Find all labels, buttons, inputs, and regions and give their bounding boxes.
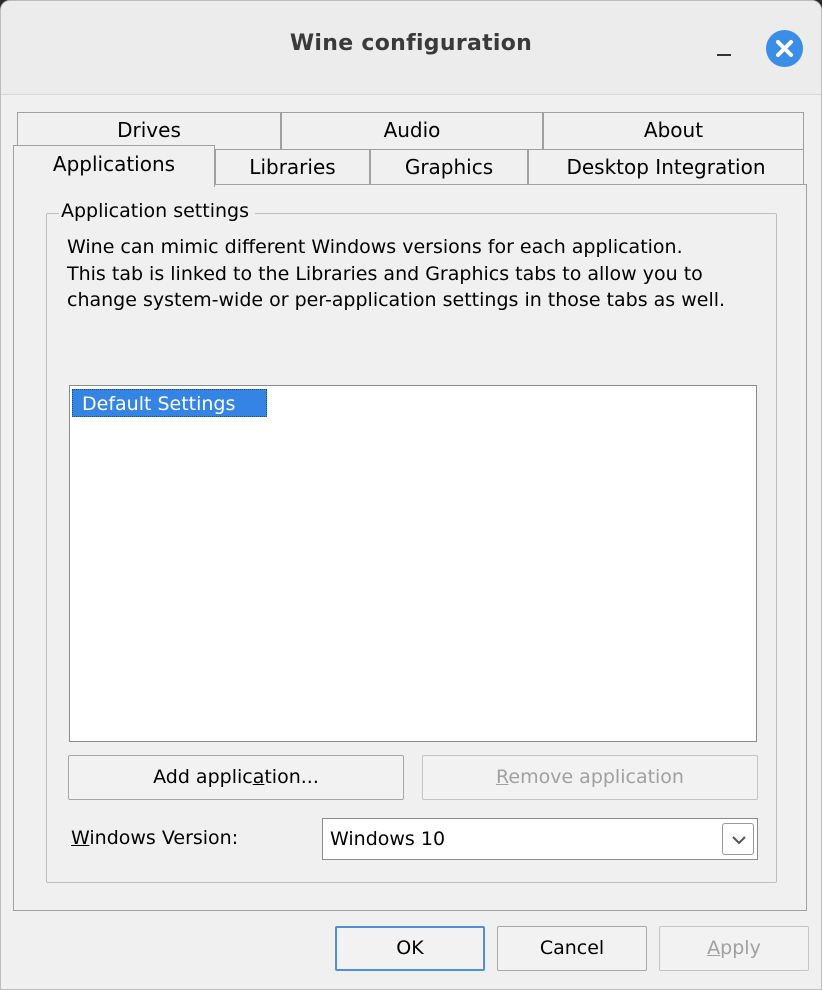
tab-desktop-integration[interactable]: Desktop Integration: [528, 149, 804, 187]
applications-tab-panel: Application settings Wine can mimic diff…: [13, 184, 807, 911]
tab-graphics[interactable]: Graphics: [370, 149, 528, 187]
list-item-default-settings[interactable]: Default Settings: [72, 389, 267, 417]
tab-about[interactable]: About: [543, 112, 804, 150]
tab-applications[interactable]: Applications: [13, 145, 215, 187]
dialog-content: Drives Audio About Applications Librarie…: [1, 95, 821, 989]
windows-version-select[interactable]: Windows 10: [322, 818, 758, 860]
dropdown-button[interactable]: [722, 823, 754, 855]
application-list[interactable]: Default Settings: [69, 385, 757, 742]
chevron-down-icon: [732, 836, 746, 845]
close-icon: [776, 40, 793, 57]
windows-version-label: Windows Version:: [71, 827, 239, 849]
remove-application-button[interactable]: Remove application: [422, 755, 758, 800]
minimize-icon: [717, 54, 731, 56]
close-button[interactable]: [766, 30, 803, 67]
description-text: Wine can mimic different Windows version…: [67, 236, 726, 311]
window-title: Wine configuration: [289, 31, 533, 56]
ok-button[interactable]: OK: [335, 926, 485, 971]
minimize-button[interactable]: [709, 35, 739, 65]
cancel-button[interactable]: Cancel: [497, 926, 647, 971]
wine-config-window: Wine configuration Drives Audio About Ap…: [0, 0, 822, 990]
apply-button[interactable]: Apply: [659, 926, 809, 971]
title-bar: Wine configuration: [1, 1, 821, 95]
application-settings-group: Application settings Wine can mimic diff…: [46, 200, 777, 883]
windows-version-value: Windows 10: [330, 828, 446, 850]
tab-audio[interactable]: Audio: [281, 112, 543, 150]
group-title: Application settings: [59, 200, 255, 222]
add-application-button[interactable]: Add application...: [68, 755, 404, 800]
tab-libraries[interactable]: Libraries: [215, 149, 370, 187]
